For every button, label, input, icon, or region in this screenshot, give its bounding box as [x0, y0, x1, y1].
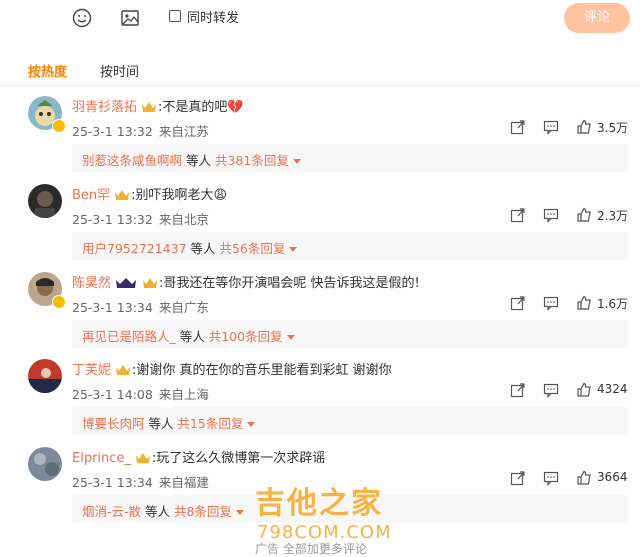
like-count: 3664	[597, 470, 628, 484]
reply-summary[interactable]: 博要长肉阿 等人 共15条回复	[72, 407, 628, 435]
comment-date: 25-3-1 13:34	[72, 475, 153, 490]
reply-username[interactable]: 别惹这条咸鱼啊啊	[82, 153, 182, 168]
verified-badge-icon	[52, 119, 66, 133]
crown-badge-icon	[116, 365, 131, 375]
comment-item: 羽青衫落拓 :不是真的吧💔 25-3-1 13:32 来自江苏 3.5万 别惹这条咸…	[0, 92, 640, 180]
sort-tabs: 按热度 按时间	[0, 55, 640, 86]
watermark-main-text: 吉他之家	[255, 486, 383, 521]
comment-username[interactable]: 陈昊然	[72, 276, 111, 291]
truncated-text: 广告 全部加更多评论	[255, 542, 367, 556]
watermark: 吉他之家 798COM.COM	[255, 478, 405, 548]
comment-date: 25-3-1 13:32	[72, 212, 153, 227]
reply-middle-text: 等人	[175, 329, 209, 344]
comment-icon[interactable]	[543, 382, 559, 398]
like-icon[interactable]	[576, 470, 592, 486]
like-count: 4324	[597, 382, 628, 396]
share-icon[interactable]	[510, 382, 526, 398]
avatar[interactable]	[28, 447, 62, 481]
crown-badge-icon	[142, 102, 157, 112]
repost-label: 同时转发	[187, 11, 240, 26]
chevron-down-icon[interactable]	[292, 159, 301, 164]
crown-badge-icon	[135, 453, 150, 463]
chevron-down-icon[interactable]	[247, 422, 256, 427]
comment-location: 来自上海	[158, 387, 209, 402]
reply-count[interactable]: 共381条回复	[215, 153, 289, 168]
like-icon[interactable]	[576, 382, 592, 398]
repost-checkbox[interactable]	[169, 10, 181, 22]
emoji-icon[interactable]	[71, 7, 93, 29]
verified-badge-icon	[52, 295, 66, 309]
image-icon[interactable]	[119, 7, 141, 29]
comment-icon[interactable]	[543, 295, 559, 311]
like-count: 1.6万	[597, 297, 629, 311]
comment-location: 来自北京	[158, 212, 209, 227]
crown-badge-icon	[116, 278, 137, 288]
like-icon[interactable]	[576, 119, 592, 135]
like-count: 3.5万	[597, 121, 629, 135]
share-icon[interactable]	[510, 119, 526, 135]
comment-date: 25-3-1 14:08	[72, 387, 153, 402]
reply-count[interactable]: 共8条回复	[174, 504, 232, 519]
comment-button[interactable]: 评论	[564, 3, 630, 33]
reply-username[interactable]: 再见已是陌路人_	[82, 329, 176, 344]
comment-text: :哥我还在等你开演唱会呢 快告诉我这是假的!	[159, 276, 420, 291]
comment-icon[interactable]	[543, 470, 559, 486]
reply-middle-text: 等人	[144, 416, 178, 431]
composer-toolbar: 同时转发 评论	[0, 0, 640, 36]
comment-username[interactable]: Ben罕	[72, 188, 110, 203]
chevron-down-icon[interactable]	[235, 510, 244, 515]
reply-middle-text: 等人	[182, 153, 215, 168]
share-icon[interactable]	[510, 470, 526, 486]
comment-username[interactable]: 丁芙妮	[72, 363, 111, 378]
reply-middle-text: 等人	[186, 241, 220, 256]
comment-text: :不是真的吧💔	[158, 100, 244, 115]
reply-summary[interactable]: 别惹这条咸鱼啊啊 等人 共381条回复	[72, 144, 628, 172]
chevron-down-icon[interactable]	[289, 247, 298, 252]
crown-badge-icon	[115, 190, 130, 200]
comment-location: 来自江苏	[158, 124, 209, 139]
like-count: 2.3万	[597, 209, 629, 223]
comment-text: :谢谢你 真的在你的音乐里能看到彩虹 谢谢你	[132, 363, 392, 378]
comment-text: :玩了这么久微博第一次求辟谣	[151, 451, 326, 466]
reply-middle-text: 等人	[141, 504, 174, 519]
comment-location: 来自福建	[158, 475, 209, 490]
reply-username[interactable]: 烟消-云-散	[82, 504, 141, 519]
reply-count[interactable]: 共15条回复	[177, 416, 243, 431]
reply-username[interactable]: 博要长肉阿	[82, 416, 145, 431]
comment-date: 25-3-1 13:32	[72, 124, 153, 139]
avatar[interactable]	[28, 184, 62, 218]
comment-location: 来自广东	[158, 300, 209, 315]
like-icon[interactable]	[576, 207, 592, 223]
comment-text: :别吓我啊老大😩	[131, 188, 228, 203]
chevron-down-icon[interactable]	[286, 335, 295, 340]
comment-item: 陈昊然 :哥我还在等你开演唱会呢 快告诉我这是假的! 25-3-1 13:34 来自…	[0, 268, 640, 356]
like-icon[interactable]	[576, 295, 592, 311]
comment-icon[interactable]	[543, 207, 559, 223]
reply-summary[interactable]: 再见已是陌路人_ 等人 共100条回复	[72, 320, 628, 348]
avatar[interactable]	[28, 359, 62, 393]
reply-count[interactable]: 共100条回复	[209, 329, 283, 344]
comment-icon[interactable]	[543, 119, 559, 135]
comment-item: 丁芙妮 :谢谢你 真的在你的音乐里能看到彩虹 谢谢你 25-3-1 14:08 来自…	[0, 355, 640, 443]
comment-date: 25-3-1 13:34	[72, 300, 153, 315]
reply-summary[interactable]: 用户7952721437 等人 共56条回复	[72, 232, 628, 260]
tab-by-hot[interactable]: 按热度	[28, 61, 67, 80]
reply-count[interactable]: 共56条回复	[219, 241, 285, 256]
share-icon[interactable]	[510, 295, 526, 311]
reply-username[interactable]: 用户7952721437	[82, 241, 187, 256]
share-icon[interactable]	[510, 207, 526, 223]
comment-item: Ben罕 :别吓我啊老大😩 25-3-1 13:32 来自北京 2.3万 用户795…	[0, 180, 640, 268]
vip-badge-icon	[143, 278, 158, 288]
tab-by-time[interactable]: 按时间	[100, 61, 139, 80]
comment-username[interactable]: Elprince_	[72, 451, 131, 466]
comment-username[interactable]: 羽青衫落拓	[72, 100, 137, 115]
